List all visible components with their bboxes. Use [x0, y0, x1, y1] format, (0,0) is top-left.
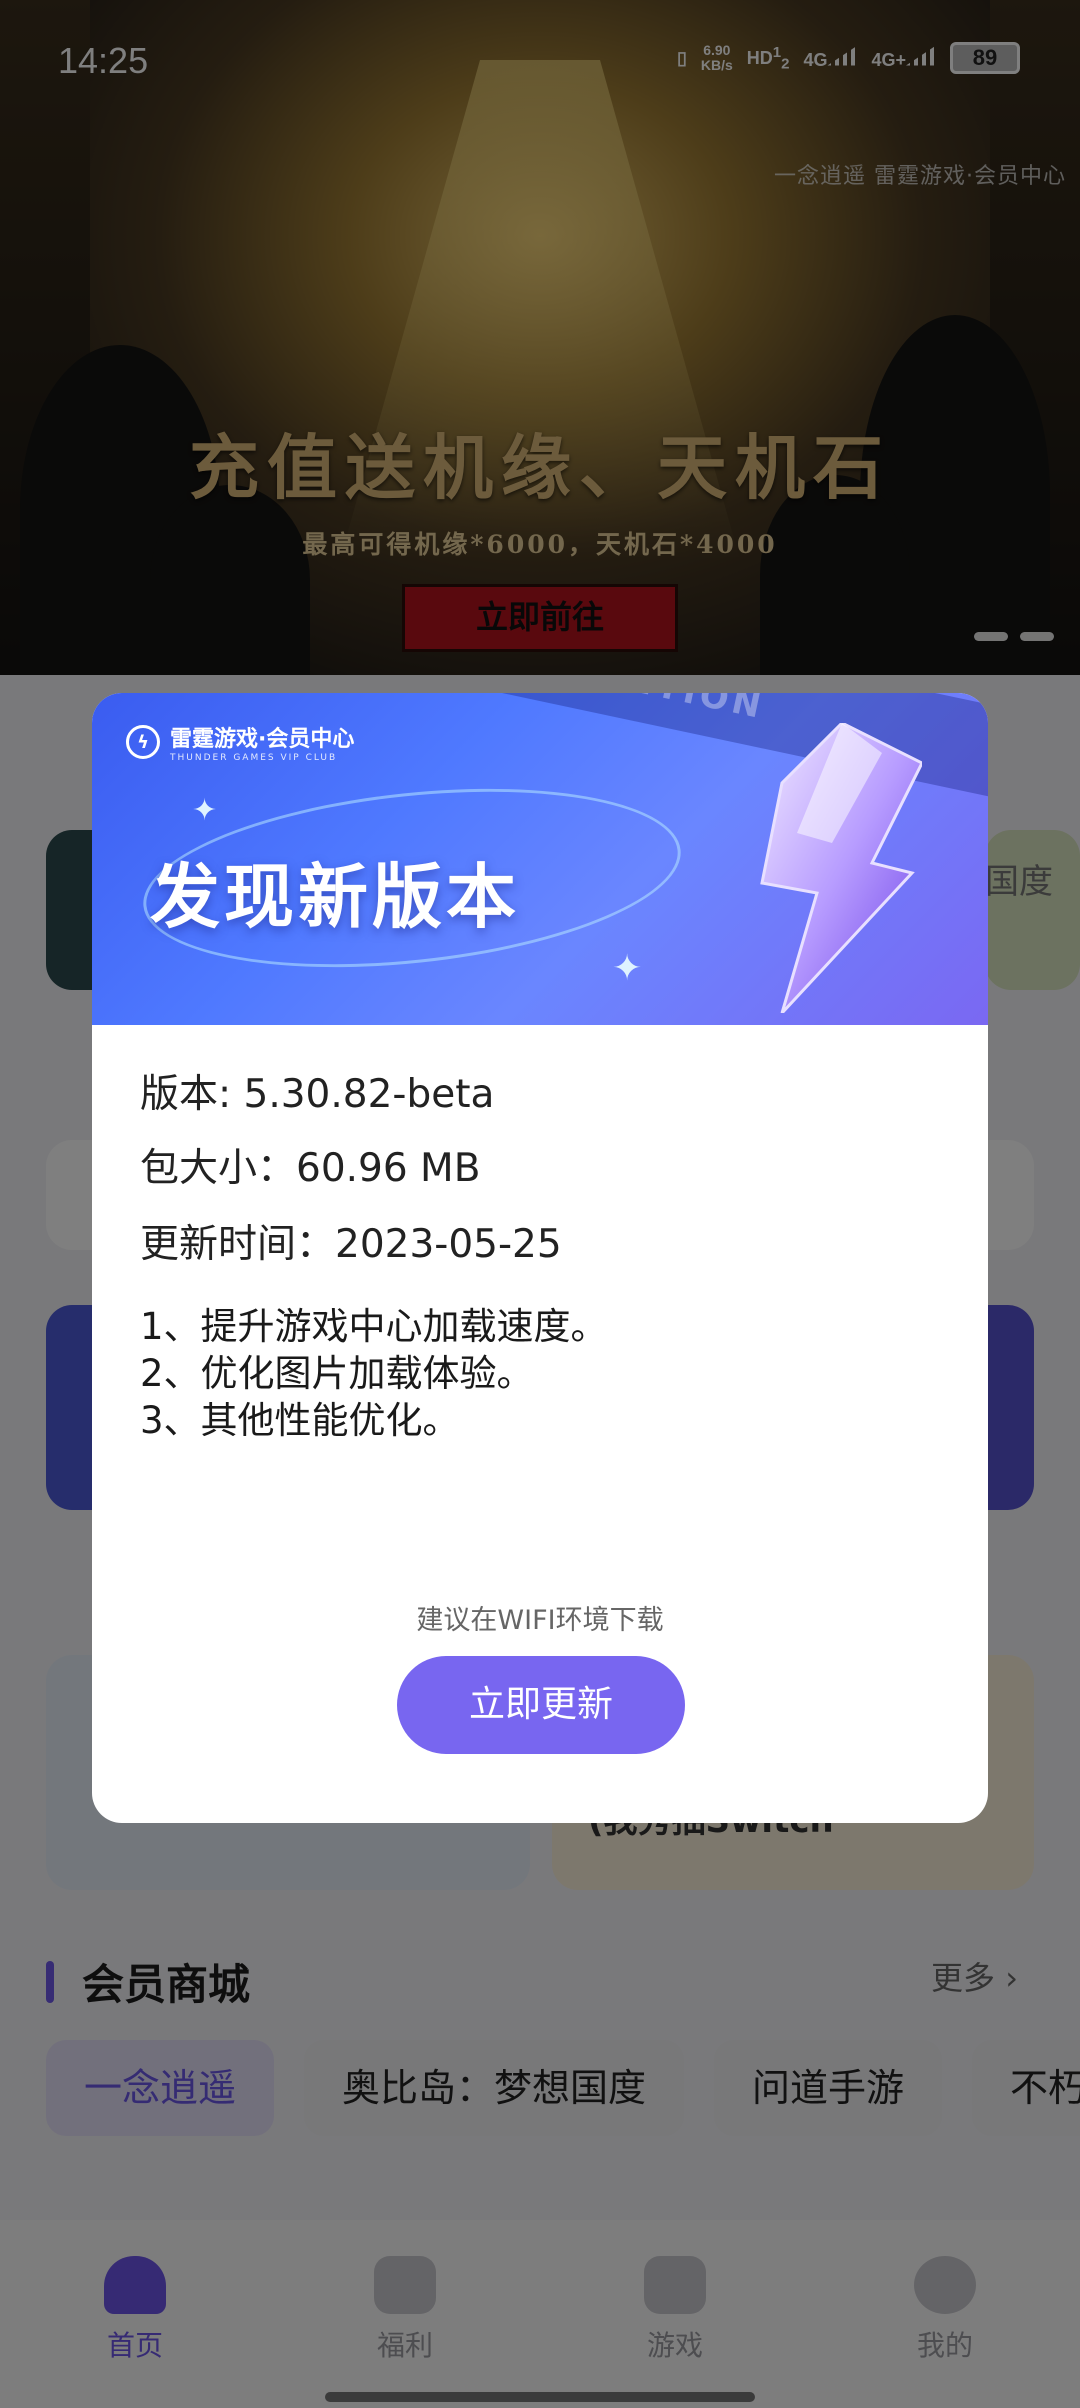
dialog-brand-sub: THUNDER GAMES VIP CLUB — [170, 753, 338, 763]
release-notes: 1、提升游戏中心加载速度。 2、优化图片加载体验。 3、其他性能优化。 — [140, 1303, 608, 1444]
release-note-item: 3、其他性能优化。 — [140, 1399, 460, 1442]
dialog-brand-name: 雷霆游戏·会员中心 — [170, 727, 355, 752]
wifi-hint: 建议在WIFI环境下载 — [416, 1605, 664, 1636]
update-now-button[interactable]: 立即更新 — [397, 1656, 685, 1754]
update-dialog: EXTENTION ϟ 雷霆游戏·会员中心 THUNDER GAMES VIP … — [92, 693, 988, 1823]
dialog-header-banner: EXTENTION ϟ 雷霆游戏·会员中心 THUNDER GAMES VIP … — [92, 693, 988, 1025]
thunder-logo-icon: ϟ — [126, 725, 160, 759]
version-info: 版本: 5.30.82-beta — [140, 1072, 495, 1117]
release-note-item: 2、优化图片加载体验。 — [140, 1352, 534, 1395]
dialog-brand: ϟ 雷霆游戏·会员中心 THUNDER GAMES VIP CLUB — [126, 721, 354, 763]
dialog-title: 发现新版本 — [150, 856, 520, 938]
update-date-info: 更新时间：2023-05-25 — [140, 1222, 562, 1267]
release-note-item: 1、提升游戏中心加载速度。 — [140, 1305, 608, 1348]
package-size-info: 包大小：60.96 MB — [140, 1146, 481, 1191]
sparkle-icon: ✦ — [192, 793, 218, 828]
sparkle-icon: ✦ — [612, 948, 643, 989]
lightning-crystal-icon — [760, 723, 922, 1013]
